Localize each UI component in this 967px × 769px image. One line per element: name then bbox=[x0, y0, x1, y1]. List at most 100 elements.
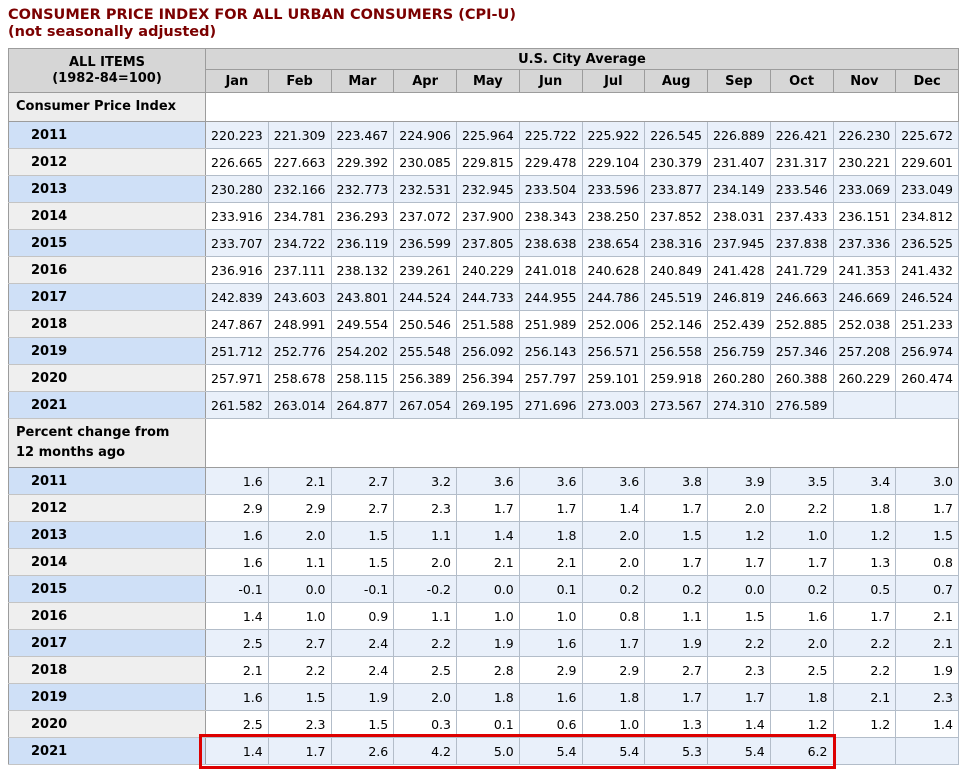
value-cell-jan: 251.712 bbox=[206, 338, 269, 365]
value-cell-oct: 1.2 bbox=[770, 711, 833, 738]
value-cell-may: 237.900 bbox=[457, 203, 520, 230]
year-cell: 2016 bbox=[9, 603, 206, 630]
value-cell-jun: 241.018 bbox=[519, 257, 582, 284]
value-cell-feb: 0.0 bbox=[268, 576, 331, 603]
value-cell-jul: 0.8 bbox=[582, 603, 645, 630]
value-cell-apr: 244.524 bbox=[394, 284, 457, 311]
value-cell-jan: 2.9 bbox=[206, 495, 269, 522]
value-cell-jan: 1.6 bbox=[206, 468, 269, 495]
value-cell-feb: 1.1 bbox=[268, 549, 331, 576]
value-cell-aug: 237.852 bbox=[645, 203, 708, 230]
value-cell-feb: 2.7 bbox=[268, 630, 331, 657]
value-cell-jun: 1.6 bbox=[519, 630, 582, 657]
value-cell-nov: 246.669 bbox=[833, 284, 896, 311]
value-cell-dec: 236.525 bbox=[896, 230, 959, 257]
value-cell-jan: -0.1 bbox=[206, 576, 269, 603]
month-header-oct: Oct bbox=[770, 70, 833, 93]
title-line2: (not seasonally adjusted) bbox=[8, 24, 216, 40]
value-cell-feb: 2.9 bbox=[268, 495, 331, 522]
year-cell: 2018 bbox=[9, 311, 206, 338]
page-title: CONSUMER PRICE INDEX FOR ALL URBAN CONSU… bbox=[8, 7, 967, 41]
year-cell: 2011 bbox=[9, 122, 206, 149]
value-cell-mar: 243.801 bbox=[331, 284, 394, 311]
cpi-row-2017: 2017242.839243.603243.801244.524244.7332… bbox=[9, 284, 959, 311]
value-cell-jun: 3.6 bbox=[519, 468, 582, 495]
value-cell-jun: 1.0 bbox=[519, 603, 582, 630]
value-cell-may: 232.945 bbox=[457, 176, 520, 203]
value-cell-jan: 247.867 bbox=[206, 311, 269, 338]
value-cell-mar: 236.119 bbox=[331, 230, 394, 257]
value-cell-oct: 2.5 bbox=[770, 657, 833, 684]
value-cell-sep: 260.280 bbox=[708, 365, 771, 392]
group-header-row: ALL ITEMS (1982-84=100) U.S. City Averag… bbox=[9, 49, 959, 70]
value-cell-jun: 233.504 bbox=[519, 176, 582, 203]
value-cell-dec: 241.432 bbox=[896, 257, 959, 284]
value-cell-dec: 260.474 bbox=[896, 365, 959, 392]
value-cell-jul: 1.0 bbox=[582, 711, 645, 738]
cpi-row-2014: 2014233.916234.781236.293237.072237.9002… bbox=[9, 203, 959, 230]
cpi-row-2015: 2015233.707234.722236.119236.599237.8052… bbox=[9, 230, 959, 257]
value-cell-dec: 0.8 bbox=[896, 549, 959, 576]
year-cell: 2012 bbox=[9, 495, 206, 522]
section-label: Percent change from12 months ago bbox=[9, 419, 206, 468]
value-cell-oct: 276.589 bbox=[770, 392, 833, 419]
value-cell-jul: 1.7 bbox=[582, 630, 645, 657]
value-cell-sep: 5.4 bbox=[708, 738, 771, 765]
year-cell: 2011 bbox=[9, 468, 206, 495]
cpi-row-2020: 2020257.971258.678258.115256.389256.3942… bbox=[9, 365, 959, 392]
month-header-mar: Mar bbox=[331, 70, 394, 93]
value-cell-dec: 233.049 bbox=[896, 176, 959, 203]
year-cell: 2014 bbox=[9, 203, 206, 230]
value-cell-jan: 1.6 bbox=[206, 522, 269, 549]
value-cell-oct: 237.838 bbox=[770, 230, 833, 257]
value-cell-aug: 5.3 bbox=[645, 738, 708, 765]
value-cell-may: 225.964 bbox=[457, 122, 520, 149]
cpi-row-2013: 2013230.280232.166232.773232.531232.9452… bbox=[9, 176, 959, 203]
year-cell: 2016 bbox=[9, 257, 206, 284]
value-cell-oct: 231.317 bbox=[770, 149, 833, 176]
percent-row-2020: 20202.52.31.50.30.10.61.01.31.41.21.21.4 bbox=[9, 711, 959, 738]
value-cell-sep: 231.407 bbox=[708, 149, 771, 176]
value-cell-apr: 2.3 bbox=[394, 495, 457, 522]
value-cell-oct: 2.2 bbox=[770, 495, 833, 522]
value-cell-aug: 1.7 bbox=[645, 495, 708, 522]
value-cell-jun: 2.1 bbox=[519, 549, 582, 576]
month-header-jul: Jul bbox=[582, 70, 645, 93]
value-cell-jan: 242.839 bbox=[206, 284, 269, 311]
value-cell-jun: 238.343 bbox=[519, 203, 582, 230]
value-cell-dec: 1.7 bbox=[896, 495, 959, 522]
value-cell-jul: 229.104 bbox=[582, 149, 645, 176]
value-cell-sep: 241.428 bbox=[708, 257, 771, 284]
value-cell-jul: 0.2 bbox=[582, 576, 645, 603]
value-cell-aug: 1.9 bbox=[645, 630, 708, 657]
percent-row-2016: 20161.41.00.91.11.01.00.81.11.51.61.72.1 bbox=[9, 603, 959, 630]
value-cell-dec: 1.5 bbox=[896, 522, 959, 549]
value-cell-apr: 1.1 bbox=[394, 603, 457, 630]
value-cell-oct: 1.8 bbox=[770, 684, 833, 711]
year-cell: 2019 bbox=[9, 338, 206, 365]
value-cell-dec: 251.233 bbox=[896, 311, 959, 338]
value-cell-aug: 1.7 bbox=[645, 684, 708, 711]
value-cell-jun: 244.955 bbox=[519, 284, 582, 311]
value-cell-oct: 1.6 bbox=[770, 603, 833, 630]
value-cell-aug: 230.379 bbox=[645, 149, 708, 176]
value-cell-nov: 1.3 bbox=[833, 549, 896, 576]
cpi-row-2018: 2018247.867248.991249.554250.546251.5882… bbox=[9, 311, 959, 338]
value-cell-jul: 238.250 bbox=[582, 203, 645, 230]
value-cell-sep: 274.310 bbox=[708, 392, 771, 419]
value-cell-may: 256.092 bbox=[457, 338, 520, 365]
cpi-row-2021: 2021261.582263.014264.877267.054269.1952… bbox=[9, 392, 959, 419]
value-cell-may: 1.9 bbox=[457, 630, 520, 657]
value-cell-sep: 1.5 bbox=[708, 603, 771, 630]
value-cell-apr: 2.0 bbox=[394, 684, 457, 711]
value-cell-apr: 1.1 bbox=[394, 522, 457, 549]
value-cell-nov: 236.151 bbox=[833, 203, 896, 230]
value-cell-oct: 6.2 bbox=[770, 738, 833, 765]
value-cell-may: 1.4 bbox=[457, 522, 520, 549]
value-cell-aug: 256.558 bbox=[645, 338, 708, 365]
value-cell-oct: 1.7 bbox=[770, 549, 833, 576]
value-cell-mar: 249.554 bbox=[331, 311, 394, 338]
cpi-table: ALL ITEMS (1982-84=100) U.S. City Averag… bbox=[8, 48, 959, 765]
value-cell-jan: 2.5 bbox=[206, 630, 269, 657]
value-cell-may: 1.8 bbox=[457, 684, 520, 711]
